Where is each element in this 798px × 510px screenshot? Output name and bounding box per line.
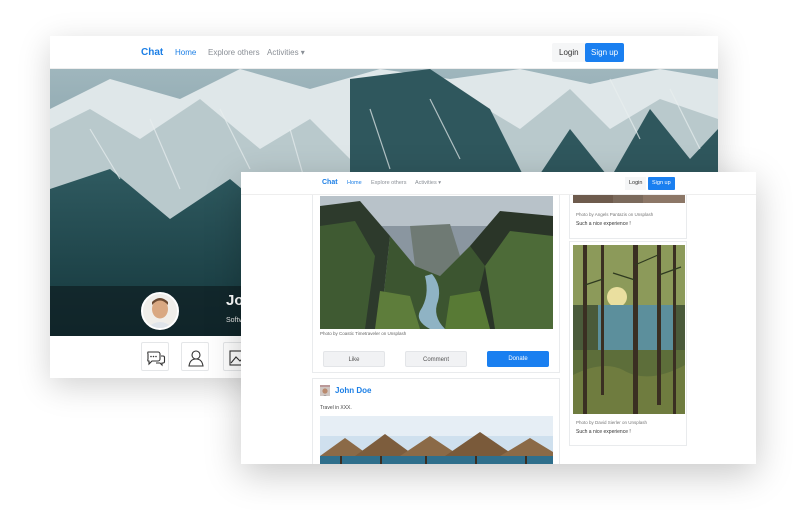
chat-bubbles-icon bbox=[147, 351, 166, 367]
brand-logo[interactable]: Chat bbox=[141, 47, 163, 58]
profile-avatar[interactable] bbox=[141, 292, 179, 330]
messages-button[interactable] bbox=[141, 342, 169, 371]
photo-credit: Photo by Angels Pantazis on Unsplash bbox=[576, 212, 654, 217]
avatar-image bbox=[320, 387, 330, 396]
like-button[interactable]: Like bbox=[323, 351, 385, 367]
navbar: Chat Home Explore others Activities ▾ Lo… bbox=[50, 36, 718, 69]
avatar-image bbox=[143, 294, 177, 328]
sidebar-photo[interactable] bbox=[573, 245, 685, 414]
friends-button[interactable] bbox=[181, 342, 209, 371]
nav-home[interactable]: Home bbox=[347, 180, 362, 186]
sidebar-card: Photo by David Sierler on Unsplash Such … bbox=[569, 241, 687, 446]
post-photo[interactable] bbox=[320, 196, 553, 329]
photo-credit: Photo by Coastic Timetraveler on Unsplas… bbox=[320, 331, 407, 336]
donate-button[interactable]: Donate bbox=[487, 351, 549, 367]
navbar: Chat Home Explore others Activities ▾ Lo… bbox=[241, 172, 756, 195]
caret-down-icon: ▾ bbox=[300, 48, 305, 57]
login-button[interactable]: Login bbox=[625, 177, 647, 190]
post-text: Travel in XXX. bbox=[320, 405, 352, 411]
post-card: Photo by Coastic Timetraveler on Unsplas… bbox=[312, 186, 560, 373]
screenshot-stage: Chat Home Explore others Activities ▾ Lo… bbox=[0, 0, 798, 510]
sidebar-text: Such a nice experience ! bbox=[576, 221, 631, 227]
comment-button[interactable]: Comment bbox=[405, 351, 467, 367]
signup-button[interactable]: Sign up bbox=[648, 177, 675, 190]
profile-subtitle: Softv bbox=[226, 317, 242, 324]
login-button[interactable]: Login bbox=[552, 43, 586, 62]
post-card: John Doe Travel in XXX. bbox=[312, 378, 560, 464]
brand-logo[interactable]: Chat bbox=[322, 179, 338, 186]
author-avatar[interactable] bbox=[320, 385, 330, 396]
post-author[interactable]: John Doe bbox=[335, 386, 371, 395]
nav-explore-others[interactable]: Explore others bbox=[371, 180, 406, 186]
feed-window: Chat Home Explore others Activities ▾ Lo… bbox=[241, 172, 756, 464]
user-icon bbox=[188, 350, 204, 367]
nav-home[interactable]: Home bbox=[175, 48, 196, 57]
nav-activities[interactable]: Activities ▾ bbox=[267, 48, 305, 57]
post-photo[interactable] bbox=[320, 416, 553, 464]
resort-image bbox=[320, 416, 553, 464]
sidebar-text: Such a nice experience ! bbox=[576, 429, 631, 435]
nav-explore-others[interactable]: Explore others bbox=[208, 48, 260, 57]
nav-activities[interactable]: Activities ▾ bbox=[415, 180, 441, 186]
signup-button[interactable]: Sign up bbox=[585, 43, 625, 62]
canyon-image bbox=[320, 196, 553, 329]
forest-lake-image bbox=[573, 245, 685, 414]
caret-down-icon: ▾ bbox=[438, 180, 441, 186]
photo-credit: Photo by David Sierler on Unsplash bbox=[576, 420, 648, 425]
